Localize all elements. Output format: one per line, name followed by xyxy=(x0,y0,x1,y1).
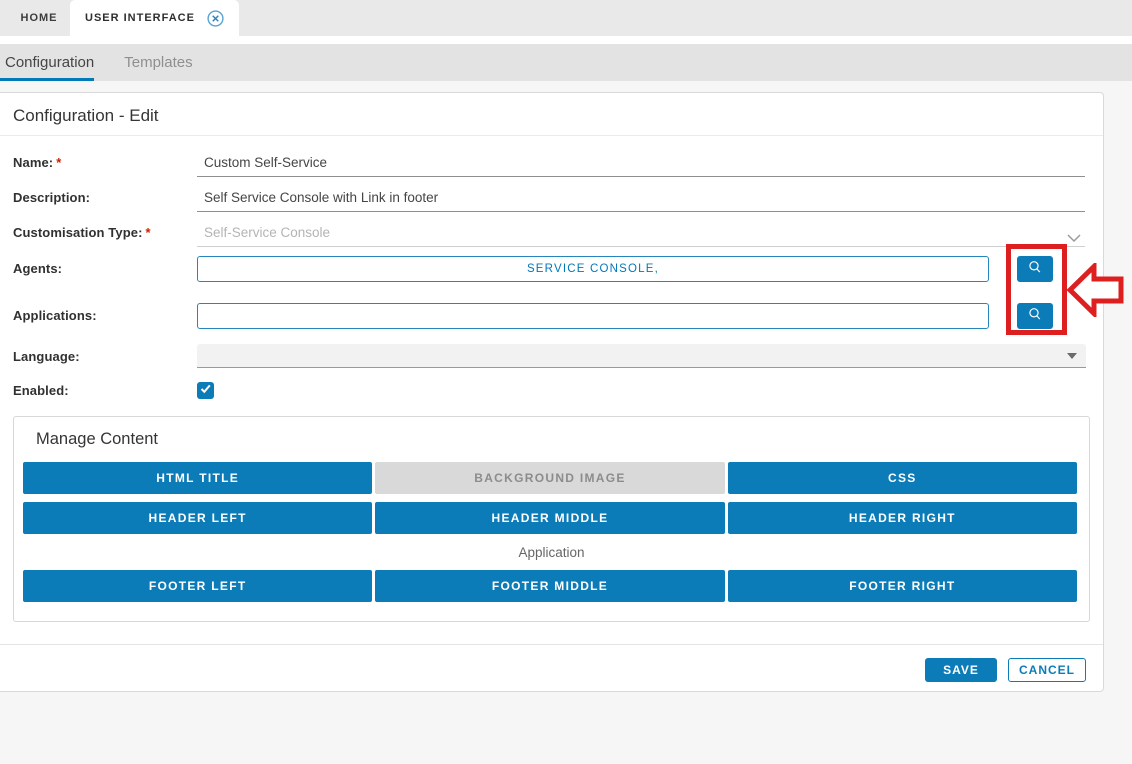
page-title: Configuration - Edit xyxy=(0,93,1103,136)
subnav-tab-configuration[interactable]: Configuration xyxy=(0,44,94,81)
tab-user-interface[interactable]: USER INTERFACE xyxy=(70,0,239,36)
manage-content-section: Manage Content HTML TITLE BACKGROUND IMA… xyxy=(13,416,1090,622)
name-label: Name:* xyxy=(13,150,197,170)
chevron-down-icon xyxy=(1067,229,1081,247)
enabled-label: Enabled: xyxy=(13,382,197,398)
agents-label: Agents: xyxy=(13,256,197,276)
name-input[interactable]: Custom Self-Service xyxy=(197,150,1085,177)
customisation-type-row: Customisation Type:* Self-Service Consol… xyxy=(13,220,1103,247)
applications-search-button[interactable] xyxy=(1017,303,1053,329)
applications-label: Applications: xyxy=(13,303,197,323)
description-row: Description: Self Service Console with L… xyxy=(13,185,1103,212)
language-label: Language: xyxy=(13,344,197,364)
tab-user-interface-label: USER INTERFACE xyxy=(85,12,195,24)
configuration-form: Name:* Custom Self-Service Description: … xyxy=(0,150,1103,399)
html-title-button[interactable]: HTML TITLE xyxy=(23,462,372,494)
applications-row: Applications: xyxy=(13,303,1103,329)
language-select xyxy=(197,344,1086,368)
application-text: Application xyxy=(14,534,1089,570)
tab-strip-divider xyxy=(0,36,1132,44)
header-middle-button[interactable]: HEADER MIDDLE xyxy=(375,502,724,534)
agents-search-button[interactable] xyxy=(1017,256,1053,282)
background-image-button: BACKGROUND IMAGE xyxy=(375,462,724,494)
required-asterisk: * xyxy=(146,225,151,240)
applications-input[interactable] xyxy=(197,303,989,329)
description-input[interactable]: Self Service Console with Link in footer xyxy=(197,185,1085,212)
configuration-edit-panel: Configuration - Edit Name:* Custom Self-… xyxy=(0,92,1104,692)
description-label: Description: xyxy=(13,185,197,205)
manage-content-title: Manage Content xyxy=(14,417,1089,449)
footer-middle-button[interactable]: FOOTER MIDDLE xyxy=(375,570,724,602)
enabled-checkbox[interactable] xyxy=(197,382,214,399)
tab-home[interactable]: HOME xyxy=(8,0,70,36)
subnav-bar: Configuration Templates xyxy=(0,44,1132,81)
customisation-type-select: Self-Service Console xyxy=(197,220,1085,247)
customisation-type-label: Customisation Type:* xyxy=(13,220,197,240)
footer-right-button[interactable]: FOOTER RIGHT xyxy=(728,570,1077,602)
subnav-tab-templates[interactable]: Templates xyxy=(124,44,192,81)
agents-row: Agents: SERVICE CONSOLE, xyxy=(13,256,1103,282)
header-left-button[interactable]: HEADER LEFT xyxy=(23,502,372,534)
search-icon xyxy=(1027,307,1043,325)
header-right-button[interactable]: HEADER RIGHT xyxy=(728,502,1077,534)
close-icon[interactable] xyxy=(207,10,224,27)
css-button[interactable]: CSS xyxy=(728,462,1077,494)
required-asterisk: * xyxy=(56,155,61,170)
agents-input[interactable]: SERVICE CONSOLE, xyxy=(197,256,989,282)
enabled-row: Enabled: xyxy=(13,382,1103,399)
name-label-text: Name: xyxy=(13,155,53,170)
customisation-type-label-text: Customisation Type: xyxy=(13,225,143,240)
search-icon xyxy=(1027,260,1043,278)
language-row: Language: xyxy=(13,344,1103,368)
footer-left-button[interactable]: FOOTER LEFT xyxy=(23,570,372,602)
name-row: Name:* Custom Self-Service xyxy=(13,150,1103,177)
window-tab-bar: HOME USER INTERFACE xyxy=(0,0,1132,36)
checkmark-icon xyxy=(199,382,212,400)
caret-down-icon xyxy=(1067,353,1077,359)
action-bar: SAVE CANCEL xyxy=(0,644,1103,682)
page-gap xyxy=(0,81,1132,92)
save-button[interactable]: SAVE xyxy=(925,658,997,682)
cancel-button[interactable]: CANCEL xyxy=(1008,658,1086,682)
